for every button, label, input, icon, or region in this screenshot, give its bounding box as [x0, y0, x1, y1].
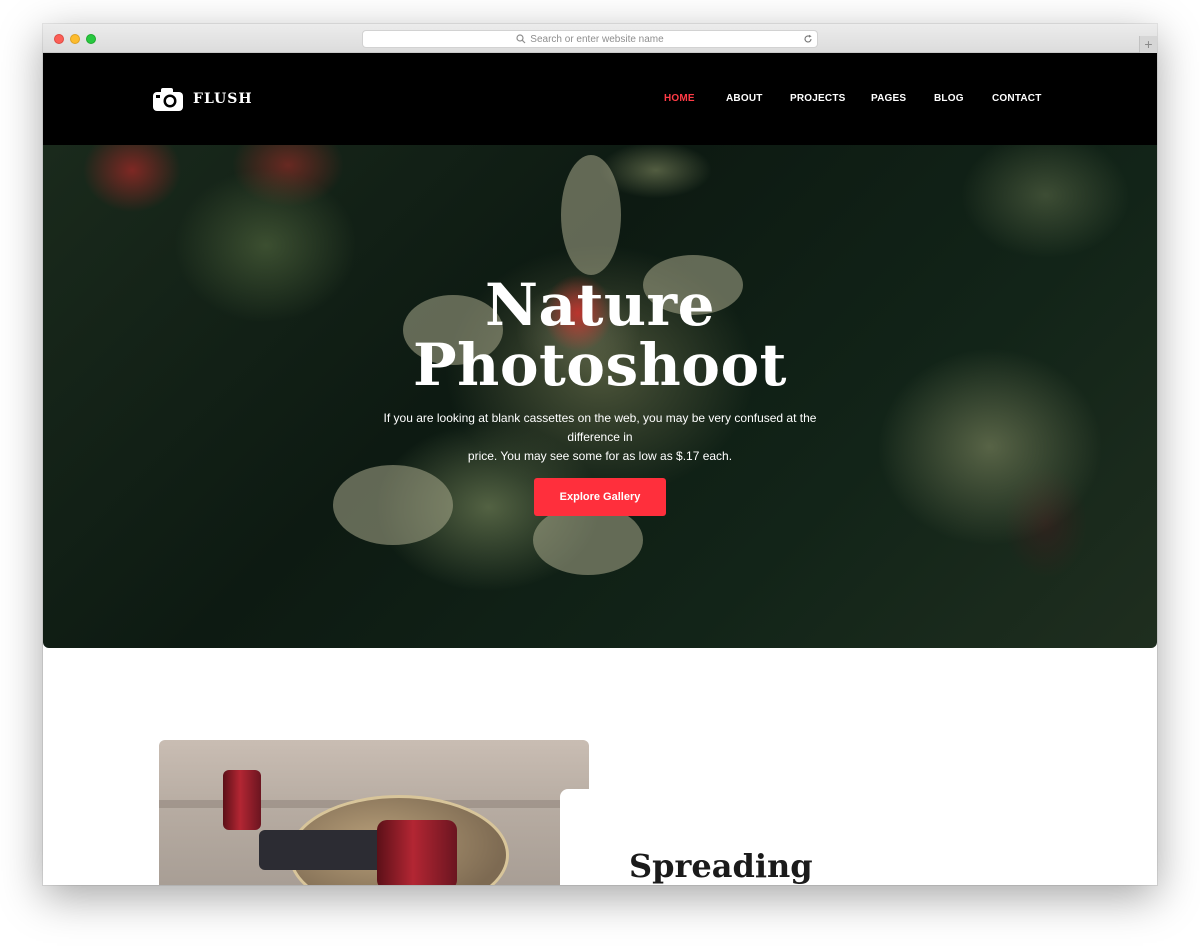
section-title: Spreading: [629, 847, 813, 885]
photo-wheel: [377, 820, 457, 885]
minimize-window-button[interactable]: [70, 34, 80, 44]
camera-icon: [153, 88, 183, 111]
hero-background-petal: [333, 465, 453, 545]
brand-name: FLUSH: [193, 91, 253, 107]
close-window-button[interactable]: [54, 34, 64, 44]
site-header: FLUSH HOME ABOUT PROJECTS PAGES BLOG CON…: [43, 53, 1157, 145]
nav-pages[interactable]: PAGES: [871, 93, 906, 104]
skateboard-photo: [159, 740, 589, 885]
hero-subtitle-line2: price. You may see some for as low as $.…: [467, 449, 733, 463]
hero-subtitle-line1: If you are looking at blank cassettes on…: [383, 411, 817, 444]
search-icon: [516, 34, 526, 44]
zoom-window-button[interactable]: [86, 34, 96, 44]
hero-title-line2: Photoshoot: [413, 331, 787, 399]
address-bar-placeholder: Search or enter website name: [530, 33, 664, 45]
nav-blog[interactable]: BLOG: [934, 93, 964, 104]
nav-projects[interactable]: PROJECTS: [790, 93, 846, 104]
nav-home[interactable]: HOME: [664, 93, 695, 104]
new-tab-button[interactable]: +: [1139, 36, 1157, 53]
hero-background-petal: [561, 155, 621, 275]
nav-contact[interactable]: CONTACT: [992, 93, 1042, 104]
browser-toolbar: Search or enter website name +: [43, 24, 1157, 53]
browser-window: Search or enter website name + FLUSH HOM…: [43, 24, 1157, 885]
photo-card-notch: [560, 789, 600, 885]
nav-about[interactable]: ABOUT: [726, 93, 763, 104]
brand-logo[interactable]: FLUSH: [153, 87, 253, 111]
explore-gallery-button[interactable]: Explore Gallery: [534, 478, 666, 516]
hero-title: Nature Photoshoot: [43, 275, 1157, 395]
hero-title-line1: Nature: [484, 271, 715, 339]
photo-wheel: [223, 770, 261, 830]
hero-subtitle: If you are looking at blank cassettes on…: [370, 409, 830, 466]
reload-icon[interactable]: [803, 34, 813, 44]
hero-banner: Nature Photoshoot If you are looking at …: [43, 145, 1157, 648]
address-bar[interactable]: Search or enter website name: [362, 30, 818, 48]
